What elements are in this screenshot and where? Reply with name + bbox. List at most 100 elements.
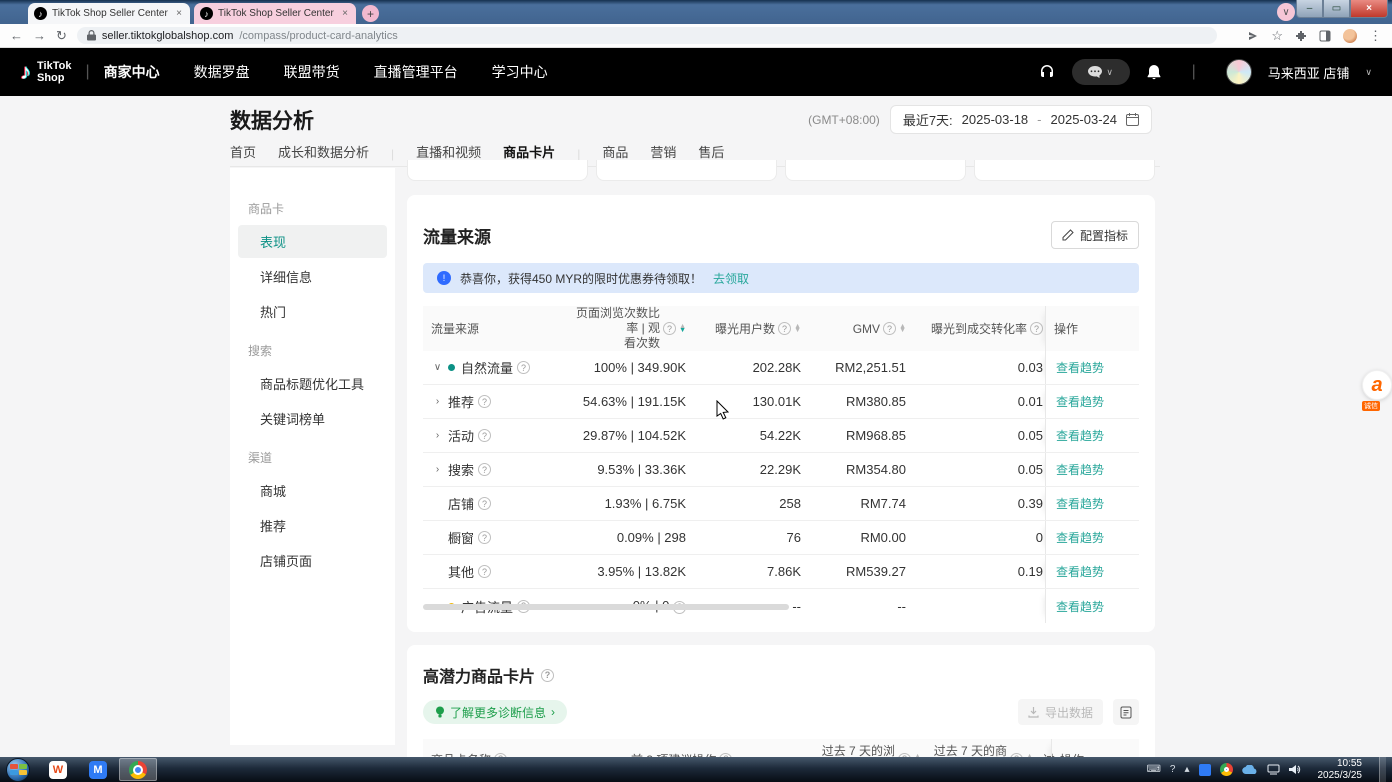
network-icon[interactable] xyxy=(1267,764,1280,775)
restore-button[interactable]: ▭ xyxy=(1323,0,1350,18)
question-icon[interactable]: ? xyxy=(778,322,791,335)
alibaba-logo-icon[interactable]: a xyxy=(1362,370,1392,400)
question-icon[interactable]: ? xyxy=(478,395,491,408)
sort-down-icon[interactable]: ▼ xyxy=(679,329,686,333)
start-button[interactable] xyxy=(6,758,30,782)
exposed-users-cell: 258 xyxy=(688,496,803,511)
configure-metrics-button[interactable]: 配置指标 xyxy=(1051,221,1139,249)
close-button[interactable]: × xyxy=(1350,0,1388,18)
sort-down-icon[interactable]: ▼ xyxy=(794,329,801,333)
app-nav-item[interactable]: 联盟带货 xyxy=(284,62,340,82)
speaker-icon[interactable] xyxy=(1289,764,1301,775)
expander-icon[interactable]: › xyxy=(431,430,444,441)
report-list-button[interactable] xyxy=(1113,699,1139,725)
expander-icon[interactable]: › xyxy=(431,396,444,407)
question-icon[interactable]: ? xyxy=(478,429,491,442)
new-tab-button[interactable]: + xyxy=(362,5,379,22)
export-data-button[interactable]: 导出数据 xyxy=(1018,699,1103,725)
browser-menu-icon[interactable]: ⋮ xyxy=(1369,29,1382,42)
onedrive-cloud-icon[interactable] xyxy=(1242,765,1258,775)
tray-app-icon[interactable] xyxy=(1199,764,1211,776)
sidebar-item[interactable]: 表现 xyxy=(238,225,387,258)
ime-keyboard-icon[interactable]: ⌨ xyxy=(1146,764,1160,775)
store-avatar[interactable] xyxy=(1226,59,1252,85)
sort-down-icon[interactable]: ▼ xyxy=(899,329,906,333)
app-nav-item[interactable]: 数据罗盘 xyxy=(194,62,250,82)
share-icon[interactable] xyxy=(1247,30,1259,42)
view-trend-link[interactable]: 查看趋势 xyxy=(1056,495,1104,512)
store-chevron-icon[interactable]: ∨ xyxy=(1365,67,1372,78)
date-end[interactable]: 2025-03-24 xyxy=(1051,112,1118,127)
minimize-button[interactable]: – xyxy=(1296,0,1323,18)
question-icon[interactable]: ? xyxy=(663,322,676,335)
floating-badge[interactable]: a 诚信 xyxy=(1362,370,1392,411)
analytics-tab[interactable]: 成长和数据分析 xyxy=(278,142,369,167)
sort-control[interactable]: ▲▼ xyxy=(794,325,801,333)
extensions-puzzle-icon[interactable] xyxy=(1295,30,1307,42)
address-bar[interactable]: seller.tiktokglobalshop.com/compass/prod… xyxy=(77,27,1217,44)
question-icon[interactable]: ? xyxy=(883,322,896,335)
reload-icon[interactable]: ↻ xyxy=(56,29,67,42)
app-nav-item[interactable]: 学习中心 xyxy=(492,62,548,82)
store-name[interactable]: 马来西亚 店铺 xyxy=(1268,63,1350,82)
browser-tab[interactable]: ♪TikTok Shop Seller Center | Cre× xyxy=(194,3,356,24)
view-trend-link[interactable]: 查看趋势 xyxy=(1056,563,1104,580)
sidebar-item[interactable]: 详细信息 xyxy=(238,260,387,293)
bell-icon[interactable] xyxy=(1146,64,1162,81)
sidebar-item[interactable]: 商品标题优化工具 xyxy=(238,367,387,400)
tray-expand-icon[interactable]: ▴ xyxy=(1184,764,1189,775)
view-trend-link[interactable]: 查看趋势 xyxy=(1056,393,1104,410)
back-icon[interactable]: ← xyxy=(10,29,23,42)
tab-close-icon[interactable]: × xyxy=(174,8,184,19)
horizontal-scrollbar-thumb[interactable] xyxy=(423,604,789,610)
analytics-tab[interactable]: 首页 xyxy=(230,142,256,167)
view-trend-link[interactable]: 查看趋势 xyxy=(1056,427,1104,444)
date-range-picker[interactable]: 最近7天: 2025-03-18 - 2025-03-24 xyxy=(890,105,1152,134)
claim-coupon-link[interactable]: 去领取 xyxy=(713,270,749,287)
question-icon[interactable]: ? xyxy=(478,497,491,510)
sidebar-item[interactable]: 关键词榜单 xyxy=(238,402,387,435)
app-nav-item[interactable]: 商家中心 xyxy=(104,62,160,82)
date-dash: - xyxy=(1037,112,1041,127)
side-panel-icon[interactable] xyxy=(1319,30,1331,42)
taskbar-app-button[interactable]: M xyxy=(79,758,117,781)
help-icon[interactable]: ? xyxy=(1170,764,1176,775)
sidebar-item[interactable]: 商城 xyxy=(238,474,387,507)
sidebar-item[interactable]: 店铺页面 xyxy=(238,544,387,577)
question-icon[interactable]: ? xyxy=(478,531,491,544)
view-trend-link[interactable]: 查看趋势 xyxy=(1056,529,1104,546)
tab-search-button[interactable]: ∨ xyxy=(1277,3,1295,21)
sort-control[interactable]: ▲▼ xyxy=(679,325,686,333)
forward-icon[interactable]: → xyxy=(33,29,46,42)
sidebar-item[interactable]: 推荐 xyxy=(238,509,387,542)
browser-tab[interactable]: ♪TikTok Shop Seller Center | Cre× xyxy=(28,3,190,24)
question-icon[interactable]: ? xyxy=(1030,322,1043,335)
date-start[interactable]: 2025-03-18 xyxy=(962,112,1029,127)
profile-avatar[interactable] xyxy=(1343,29,1357,43)
tray-chrome-icon[interactable] xyxy=(1220,763,1233,776)
sort-control[interactable]: ▲▼ xyxy=(899,325,906,333)
taskbar-wps-button[interactable]: W xyxy=(39,758,77,781)
taskbar-clock[interactable]: 10:55 2025/3/25 xyxy=(1310,758,1371,782)
question-icon[interactable]: ? xyxy=(541,669,554,682)
tab-title: TikTok Shop Seller Center | Cre xyxy=(218,8,335,19)
gmv-cell: RM968.85 xyxy=(803,428,908,443)
show-desktop-button[interactable] xyxy=(1379,757,1386,782)
question-icon[interactable]: ? xyxy=(517,361,530,374)
message-center-button[interactable]: ∨ xyxy=(1072,59,1130,85)
view-trend-link[interactable]: 查看趋势 xyxy=(1056,598,1104,615)
question-icon[interactable]: ? xyxy=(478,463,491,476)
headset-icon[interactable] xyxy=(1038,63,1056,81)
bookmark-star-icon[interactable]: ☆ xyxy=(1271,29,1283,42)
view-trend-link[interactable]: 查看趋势 xyxy=(1056,359,1104,376)
expander-icon[interactable]: ∨ xyxy=(431,362,444,373)
app-nav-item[interactable]: 直播管理平台 xyxy=(374,62,458,82)
sidebar-item[interactable]: 热门 xyxy=(238,295,387,328)
tab-close-icon[interactable]: × xyxy=(340,8,350,19)
expander-icon[interactable]: › xyxy=(431,464,444,475)
question-icon[interactable]: ? xyxy=(478,565,491,578)
view-trend-link[interactable]: 查看趋势 xyxy=(1056,461,1104,478)
tiktok-shop-logo[interactable]: ♪ TikTok Shop xyxy=(20,59,71,85)
diagnosis-tip-button[interactable]: 了解更多诊断信息 › xyxy=(423,700,567,724)
taskbar-chrome-button[interactable] xyxy=(119,758,157,781)
